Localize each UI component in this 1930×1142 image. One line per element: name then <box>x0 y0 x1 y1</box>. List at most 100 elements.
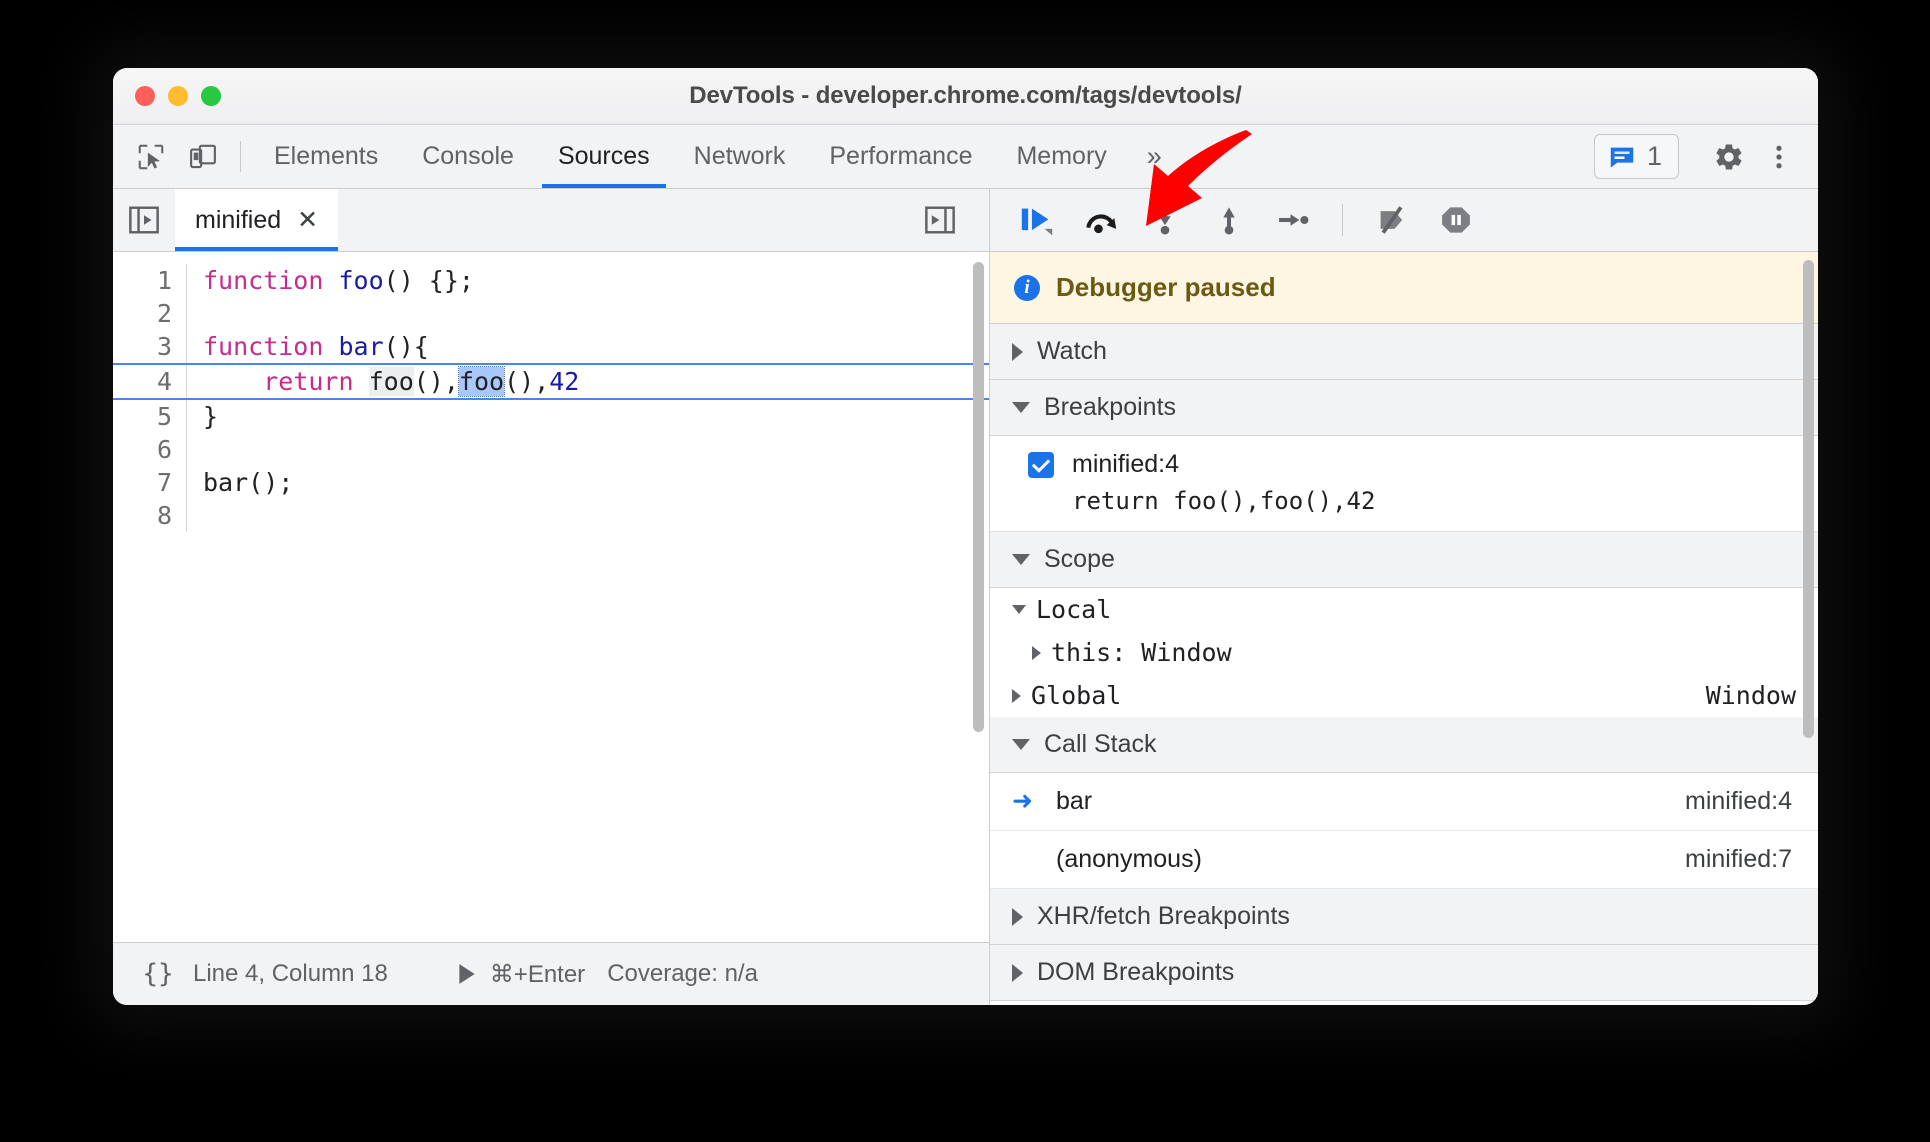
gear-icon[interactable] <box>1704 132 1754 182</box>
section-scope[interactable]: Scope <box>990 532 1818 588</box>
code-line[interactable]: 6 <box>113 433 989 466</box>
line-number[interactable]: 7 <box>113 466 187 499</box>
scope-local-label: Local <box>1036 595 1112 624</box>
line-number[interactable]: 5 <box>113 400 187 433</box>
tab-console[interactable]: Console <box>400 125 536 188</box>
code-text: function foo() {}; <box>203 266 474 295</box>
show-debugger-icon[interactable] <box>909 205 971 235</box>
call-stack-frame-location: minified:7 <box>1685 845 1792 873</box>
chevron-right-icon <box>1012 907 1023 926</box>
toolbar-divider <box>240 141 241 172</box>
step-out-button[interactable] <box>1200 195 1258 245</box>
file-tab-minified[interactable]: minified ✕ <box>175 189 339 251</box>
section-call-stack[interactable]: Call Stack <box>990 717 1818 773</box>
info-icon: i <box>1014 274 1040 301</box>
panel-tabs: Elements Console Sources Network Perform… <box>252 125 1180 188</box>
issues-count: 1 <box>1646 141 1662 171</box>
section-watch[interactable]: Watch <box>990 324 1818 380</box>
scope-row-global[interactable]: Global Window <box>990 674 1818 717</box>
tab-elements-label: Elements <box>274 142 379 170</box>
line-number[interactable]: 3 <box>113 330 187 363</box>
code-line[interactable]: 1 function foo() {}; <box>113 264 989 297</box>
line-number[interactable]: 2 <box>113 297 187 330</box>
resume-script-execution-button[interactable] <box>1008 195 1066 245</box>
code-line[interactable]: 5} <box>113 400 989 433</box>
section-xhr-breakpoints[interactable]: XHR/fetch Breakpoints <box>990 889 1818 945</box>
minimize-window-button[interactable] <box>168 86 188 106</box>
tab-performance[interactable]: Performance <box>807 125 994 188</box>
issues-button[interactable]: 1 <box>1593 134 1679 179</box>
cursor-position: Line 4, Column 18 <box>193 960 388 987</box>
file-tab-strip: minified ✕ <box>113 189 989 252</box>
section-xhr-breakpoints-label: XHR/fetch Breakpoints <box>1037 902 1290 930</box>
run-snippet-icon <box>459 964 475 984</box>
inspect-cursor-icon[interactable] <box>125 125 177 188</box>
breakpoint-item[interactable]: minified:4 return foo(),foo(),42 <box>990 436 1818 532</box>
chevron-right-icon <box>1012 688 1021 703</box>
close-icon[interactable]: ✕ <box>297 207 318 233</box>
editor-scrollbar[interactable] <box>973 262 984 732</box>
code-line[interactable]: 3 function bar(){ <box>113 330 989 363</box>
deactivate-breakpoints-button[interactable] <box>1363 195 1421 245</box>
tab-memory[interactable]: Memory <box>994 125 1128 188</box>
screenshot-root: DevTools - developer.chrome.com/tags/dev… <box>0 0 1930 1142</box>
call-stack-frame[interactable]: ➜ bar minified:4 <box>990 773 1818 831</box>
coverage-status: Coverage: n/a <box>607 960 758 987</box>
code-line[interactable]: 7 bar(); <box>113 466 989 499</box>
debugger-pane: i Debugger paused Watch Breakpoints mini… <box>990 189 1818 1005</box>
code-line[interactable]: 4 return foo(),foo(),42 <box>113 363 989 400</box>
chevron-down-icon <box>1012 739 1030 750</box>
code-text: return foo(),foo(),42 <box>263 366 580 397</box>
debugger-toolbar <box>990 189 1818 252</box>
pause-on-exceptions-button[interactable] <box>1427 195 1485 245</box>
section-call-stack-label: Call Stack <box>1044 730 1157 758</box>
chevron-down-icon <box>1012 605 1026 614</box>
debugger-sidebar: i Debugger paused Watch Breakpoints mini… <box>990 252 1818 1005</box>
call-stack-frame[interactable]: (anonymous) minified:7 <box>990 831 1818 889</box>
chevron-right-icon <box>1012 342 1023 361</box>
more-tabs-button[interactable]: » <box>1129 125 1180 188</box>
run-snippet-button[interactable]: ⌘+Enter <box>456 960 585 989</box>
section-breakpoints-label: Breakpoints <box>1044 393 1177 421</box>
kebab-menu-icon[interactable] <box>1754 132 1804 182</box>
line-number[interactable]: 4 <box>113 365 187 398</box>
debugger-scrollbar[interactable] <box>1803 260 1814 738</box>
maximize-window-button[interactable] <box>201 86 221 106</box>
call-stack-frame-location: minified:4 <box>1685 787 1792 815</box>
code-line[interactable]: 8 <box>113 499 989 532</box>
scope-row-this[interactable]: this: Window <box>990 631 1818 674</box>
code-lines: 1 function foo() {}; 2 3 function bar(){4 re… <box>113 252 989 532</box>
breakpoint-code: return foo(),foo(),42 <box>1072 487 1376 515</box>
code-line[interactable]: 2 <box>113 297 989 330</box>
line-number[interactable]: 6 <box>113 433 187 466</box>
code-editor[interactable]: 1 function foo() {}; 2 3 function bar(){4 re… <box>113 252 989 942</box>
scope-row-local[interactable]: Local <box>990 588 1818 631</box>
tab-network[interactable]: Network <box>672 125 808 188</box>
section-watch-label: Watch <box>1037 337 1107 365</box>
chevron-down-icon <box>1012 402 1030 413</box>
breakpoint-checkbox[interactable] <box>1028 451 1054 478</box>
section-dom-breakpoints[interactable]: DOM Breakpoints <box>990 945 1818 1001</box>
code-text: function bar(){ <box>203 332 429 361</box>
tab-console-label: Console <box>422 142 514 170</box>
tab-sources[interactable]: Sources <box>536 125 672 188</box>
line-number[interactable]: 1 <box>113 264 187 297</box>
step-button[interactable] <box>1264 195 1322 245</box>
window-title: DevTools - developer.chrome.com/tags/dev… <box>689 82 1242 109</box>
breakpoint-row: minified:4 <box>1028 450 1818 479</box>
device-toolbar-icon[interactable] <box>177 125 229 188</box>
chevron-down-icon <box>1012 554 1030 565</box>
debugger-paused-banner: i Debugger paused <box>990 252 1818 324</box>
show-navigator-icon[interactable] <box>113 189 175 251</box>
step-into-button[interactable] <box>1136 195 1194 245</box>
line-number[interactable]: 8 <box>113 499 187 532</box>
close-window-button[interactable] <box>135 86 155 106</box>
more-tabs-icon: » <box>1146 141 1162 171</box>
step-over-button[interactable] <box>1072 195 1130 245</box>
debugger-toolbar-divider <box>1342 204 1343 236</box>
tab-elements[interactable]: Elements <box>252 125 400 188</box>
section-breakpoints[interactable]: Breakpoints <box>990 380 1818 436</box>
pretty-print-icon[interactable]: {} <box>131 959 185 989</box>
